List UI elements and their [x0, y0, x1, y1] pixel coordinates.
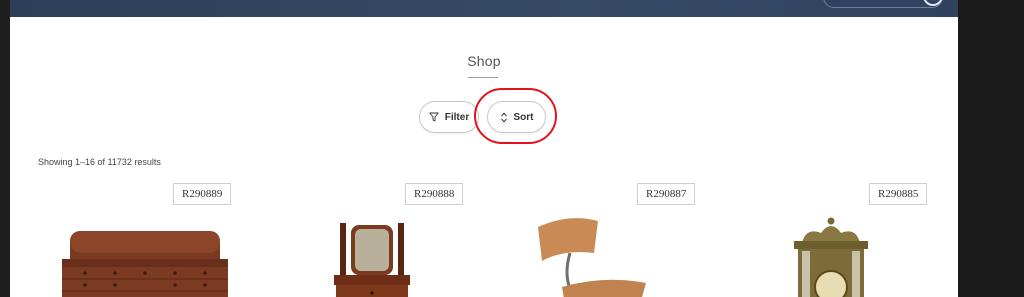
sort-button[interactable]: Sort [487, 101, 546, 133]
dressing-table-image[interactable] [312, 213, 432, 297]
product-sku: R290889 [173, 183, 232, 205]
results-count: Showing 1–16 of 11732 results [38, 157, 161, 167]
title-divider [468, 77, 498, 78]
product-card[interactable]: R290885 [736, 183, 958, 297]
shop-page: Shop Filter Sort Showing 1–16 of 11732 r… [10, 0, 958, 297]
page-title: Shop [467, 53, 501, 69]
sort-button-label: Sort [513, 111, 534, 123]
roll-top-desk-image[interactable] [40, 213, 240, 297]
browser-side-panel [958, 0, 1024, 297]
product-card[interactable]: R290887 [504, 183, 734, 297]
filter-button[interactable]: Filter [419, 101, 479, 133]
product-sku: R290888 [405, 183, 464, 205]
filter-button-label: Filter [444, 111, 470, 123]
search-box[interactable] [823, 0, 943, 8]
filter-icon [429, 112, 439, 122]
sort-icon [500, 111, 507, 123]
product-sku: R290885 [869, 183, 928, 205]
product-card[interactable]: R290888 [272, 183, 502, 297]
product-sku: R290887 [637, 183, 696, 205]
product-card[interactable]: R290889 [40, 183, 270, 297]
mantel-clock-image[interactable] [776, 213, 886, 297]
search-icon[interactable] [923, 0, 943, 6]
wooden-chair-image[interactable] [534, 213, 664, 297]
site-header [10, 0, 958, 17]
